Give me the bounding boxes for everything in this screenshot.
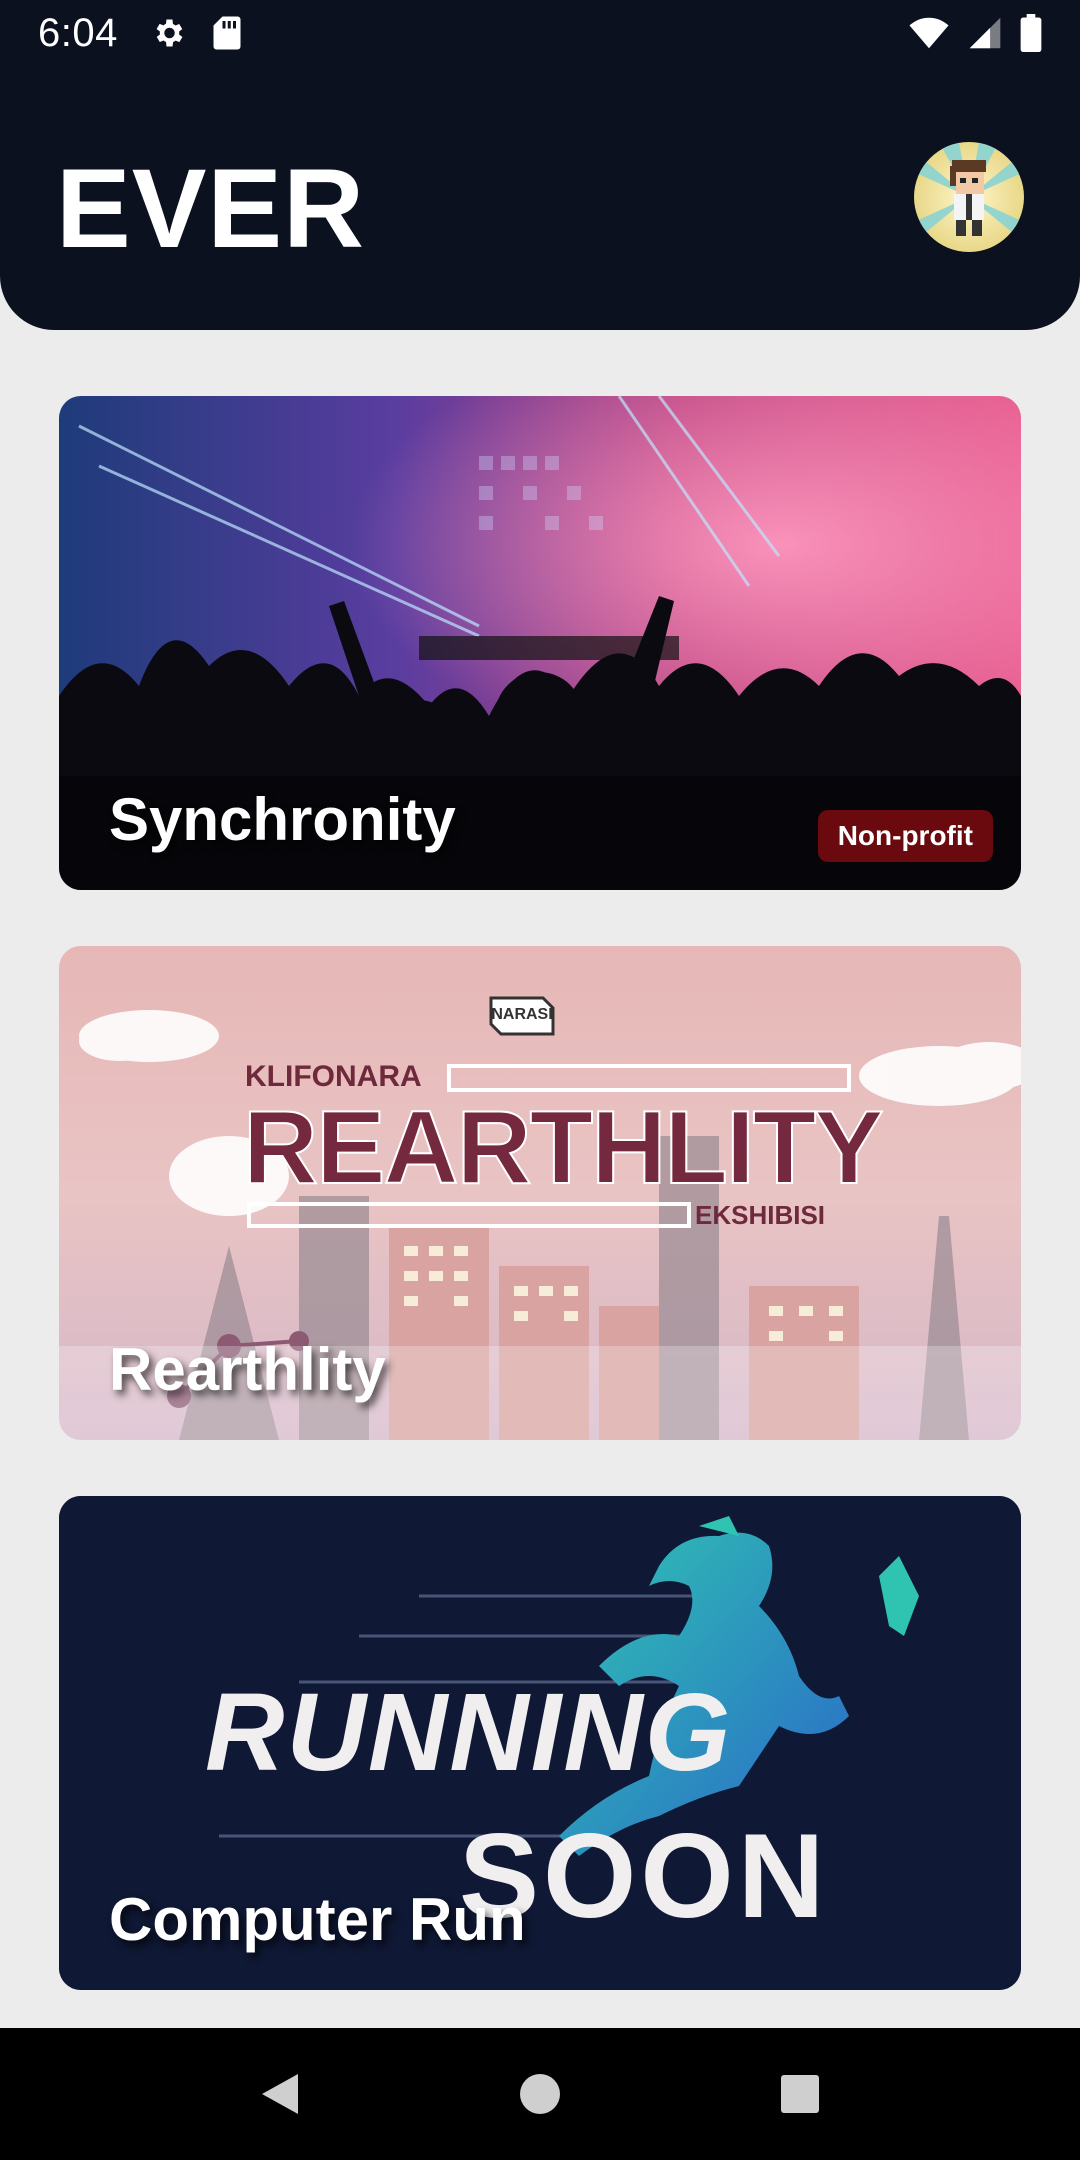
avatar[interactable] [914, 142, 1024, 252]
event-card-rearthlity[interactable]: NARASI KLIFONARA REARTHLITY EKSHIBISI Re… [59, 946, 1021, 1440]
status-bar: 6:04 [0, 0, 1080, 66]
poster-headline: REARTHLITY [242, 1090, 885, 1206]
battery-icon [1020, 14, 1042, 52]
nav-back-button[interactable] [240, 2054, 320, 2134]
poster-top-line: KLIFONARA [245, 1060, 422, 1093]
pixel-avatar-icon [914, 142, 1024, 252]
status-left-icons [150, 15, 242, 51]
nav-home-button[interactable] [500, 2054, 580, 2134]
back-icon [262, 2074, 298, 2114]
home-icon [520, 2074, 560, 2114]
sd-card-icon [213, 16, 241, 50]
poster-line1: RUNNING [205, 1671, 733, 1794]
nav-recents-button[interactable] [760, 2054, 840, 2134]
cell-signal-icon [969, 17, 1001, 49]
app-header: EVER [0, 66, 1080, 330]
gear-icon [156, 19, 183, 47]
app-title: EVER [56, 146, 365, 271]
poster-brand: NARASI [491, 1006, 553, 1023]
wifi-icon [909, 17, 949, 49]
status-right-icons [908, 14, 1042, 52]
event-card-synchronity[interactable]: Synchronity Non-profit [59, 396, 1021, 890]
recents-icon [781, 2075, 819, 2113]
system-nav-bar [0, 2028, 1080, 2160]
event-title: Synchronity [109, 786, 456, 853]
event-category-badge: Non-profit [817, 810, 993, 862]
poster-bottom-line: EKSHIBISI [695, 1200, 826, 1230]
event-title: Rearthlity [109, 1336, 386, 1403]
event-card-computer-run[interactable]: RUNNING SOON Computer Run [59, 1496, 1021, 1990]
status-time: 6:04 [38, 10, 118, 55]
event-title: Computer Run [109, 1886, 526, 1953]
